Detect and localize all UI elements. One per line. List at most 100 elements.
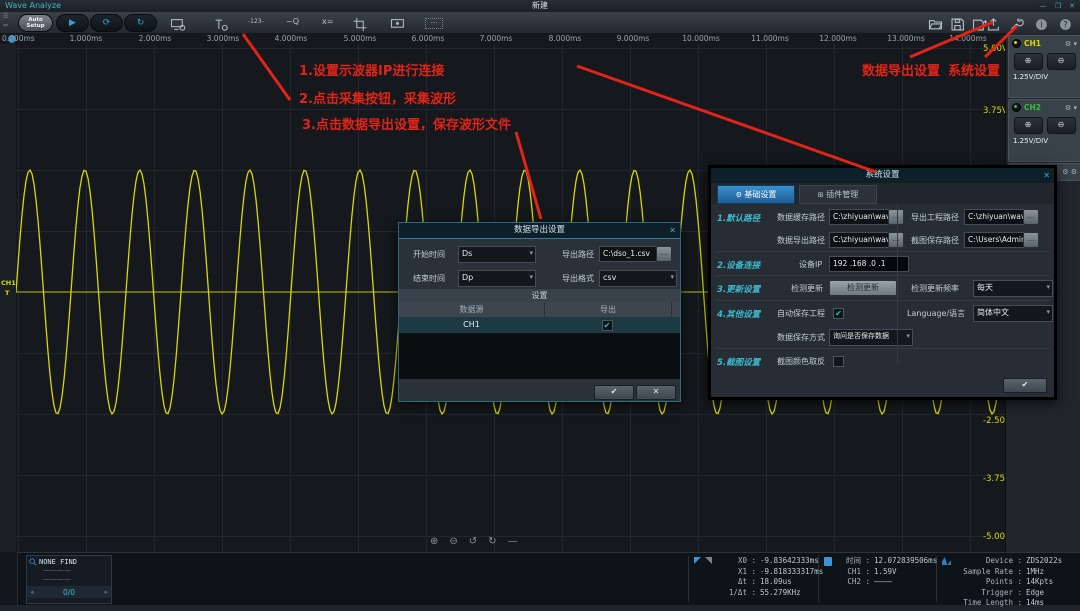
ch1-header[interactable]: CH1 ⚙ ▾	[1009, 36, 1080, 51]
hzoom-in-button[interactable]: ⊕	[430, 536, 438, 550]
loop-icon: ⟳	[103, 18, 111, 28]
cursor-xy-icon[interactable]: x=	[322, 17, 338, 30]
check-icon: ✔	[1022, 380, 1029, 389]
zoom-out-icon: ⊖	[449, 536, 457, 547]
search-icon	[29, 558, 37, 566]
time-tick: 2.000ms	[139, 34, 172, 43]
export-dialog-title-bar[interactable]: 数据导出设置 ✕	[399, 223, 680, 239]
text-settings-icon[interactable]	[213, 16, 229, 29]
save-mode-label: 数据保存方式	[777, 332, 825, 343]
info-icon[interactable]: i	[1034, 16, 1050, 29]
export-ok-button[interactable]: ✔	[594, 385, 634, 400]
display-settings-icon[interactable]	[170, 16, 186, 29]
cache-path-label: 数据缓存路径	[777, 212, 825, 223]
display-eye-icon[interactable]	[390, 16, 406, 29]
cache-path-input[interactable]: C:\zhiyuan\wave	[829, 209, 893, 225]
browse-button[interactable]: …	[656, 246, 672, 262]
hzoom-out-button[interactable]: ⊖	[449, 536, 457, 550]
close-icon[interactable]: ✕	[1043, 168, 1050, 183]
ch2-panel: CH2 ⚙ ▾ ⊕ ⊖ 1.25V/DIV	[1008, 99, 1080, 162]
table-row[interactable]: CH1 ✔	[399, 317, 680, 333]
acquire-play-button[interactable]: ▶	[56, 14, 89, 32]
time-tick: 11.000ms	[751, 34, 788, 43]
check-icon: ✔	[611, 387, 618, 396]
time-tick: 14.000ms	[949, 34, 986, 43]
auto-setup-button[interactable]: Auto Setup	[18, 14, 53, 32]
close-icon[interactable]: ✕	[669, 223, 676, 238]
ch1-zoom-out-button[interactable]: ⊖	[1047, 53, 1076, 70]
wave-search-icon[interactable]: ~Q	[286, 17, 302, 30]
save-mode-select[interactable]: 询问是否保存数据▾	[829, 329, 913, 346]
trigger-level-marker[interactable]: T	[5, 289, 9, 297]
source-cell: CH1	[399, 317, 544, 333]
code-icon[interactable]: ···	[425, 18, 443, 29]
section-screenshot-settings: 5.截图设置	[717, 356, 760, 368]
open-project-icon[interactable]	[928, 16, 944, 29]
close-button[interactable]: ✕	[1065, 0, 1079, 12]
browse-button[interactable]: …	[1023, 209, 1039, 225]
project-path-label: 导出工程路径	[911, 212, 959, 223]
invert-color-checkbox[interactable]	[833, 356, 844, 367]
time-ruler: 0.000ms 1.000ms 2.000ms 3.000ms 4.000ms …	[0, 33, 1005, 44]
tab-basic-settings[interactable]: ⚙ 基础设置	[717, 185, 795, 204]
time-icon	[824, 557, 832, 566]
maximize-button[interactable]: ❐	[1051, 0, 1065, 12]
redo-view-button[interactable]: ↻	[488, 536, 496, 550]
ch2-header[interactable]: CH2 ⚙ ▾	[1009, 100, 1080, 115]
status-icon-strip	[0, 552, 18, 605]
system-dialog-title-bar[interactable]: 系统设置 ✕	[711, 168, 1054, 184]
save-icon[interactable]	[950, 16, 966, 29]
replay-button[interactable]: ↻	[124, 14, 157, 32]
system-ok-button[interactable]: ✔	[1003, 378, 1047, 393]
export-checkbox[interactable]: ✔	[602, 320, 613, 331]
time-tick: 3.000ms	[207, 34, 240, 43]
device-model: ZDS2022s	[1026, 556, 1062, 567]
browse-button[interactable]: …	[888, 209, 904, 225]
ch2-zoom-in-button[interactable]: ⊕	[1014, 117, 1043, 134]
start-time-select[interactable]: Ds▾	[458, 246, 536, 263]
minimize-button[interactable]: —	[1036, 0, 1050, 12]
loop-acquire-button[interactable]: ⟳	[90, 14, 123, 32]
counter-icon[interactable]: -123-	[248, 18, 264, 31]
next-icon[interactable]: ▸	[104, 588, 108, 596]
data-export-dialog: 数据导出设置 ✕ 开始时间 Ds▾ 导出路径 C:\dso_1.csv … 结束…	[398, 222, 681, 402]
ch1-level-marker[interactable]: CH1	[1, 279, 16, 287]
ch2-value: ————	[874, 577, 892, 588]
ch1-panel: CH1 ⚙ ▾ ⊕ ⊖ 1.25V/DIV	[1008, 35, 1080, 98]
autosave-checkbox[interactable]: ✔	[833, 308, 844, 319]
zoom-in-icon: ⊕	[1025, 120, 1032, 129]
time-tick: 9.000ms	[617, 34, 650, 43]
tab-plugin-management[interactable]: ⊞ 插件管理	[799, 185, 877, 204]
search-result-panel: NONE FIND ———— ———— ◂ 0/0 ▸	[26, 555, 112, 604]
data-export-path-input[interactable]: C:\zhiyuan\wave	[829, 232, 893, 248]
annotation-export-label: 数据导出设置	[862, 60, 940, 79]
undo-view-button[interactable]: ↺	[469, 536, 477, 550]
wrench-icon: ⚙	[736, 191, 742, 199]
export-data-icon[interactable]	[986, 16, 1002, 29]
help-icon[interactable]: ?	[1058, 16, 1074, 29]
system-settings-wrench-icon[interactable]	[1009, 16, 1025, 29]
export-format-select[interactable]: csv▾	[599, 270, 677, 287]
ch2-zoom-out-button[interactable]: ⊖	[1047, 117, 1076, 134]
export-path-input[interactable]: C:\dso_1.csv	[599, 246, 659, 262]
ch1-zoom-in-button[interactable]: ⊕	[1014, 53, 1043, 70]
chevron-down-icon: ▾	[529, 271, 533, 284]
rotate-right-icon: ↻	[488, 536, 496, 547]
export-cancel-button[interactable]: ✕	[636, 385, 676, 400]
end-time-select[interactable]: Dp▾	[458, 270, 536, 287]
crop-icon[interactable]	[352, 16, 368, 29]
fit-icon[interactable]: ⇔	[3, 22, 8, 29]
prev-icon[interactable]: ◂	[30, 588, 34, 596]
check-icon: ✔	[604, 321, 611, 330]
check-update-button[interactable]: 检测更新	[829, 280, 897, 296]
section-default-paths: 1.默认路径	[717, 212, 760, 224]
project-path-input[interactable]: C:\zhiyuan\wave	[964, 209, 1028, 225]
language-select[interactable]: 简体中文▾	[973, 305, 1053, 322]
layout-icon[interactable]: ☰	[3, 13, 8, 20]
screenshot-path-input[interactable]: C:\Users\Admini	[964, 232, 1028, 248]
update-freq-select[interactable]: 每天▾	[973, 280, 1053, 297]
browse-button[interactable]: …	[888, 232, 904, 248]
time-tick: 13.000ms	[887, 34, 924, 43]
browse-button[interactable]: …	[1023, 232, 1039, 248]
fit-view-button[interactable]: —	[508, 536, 518, 550]
